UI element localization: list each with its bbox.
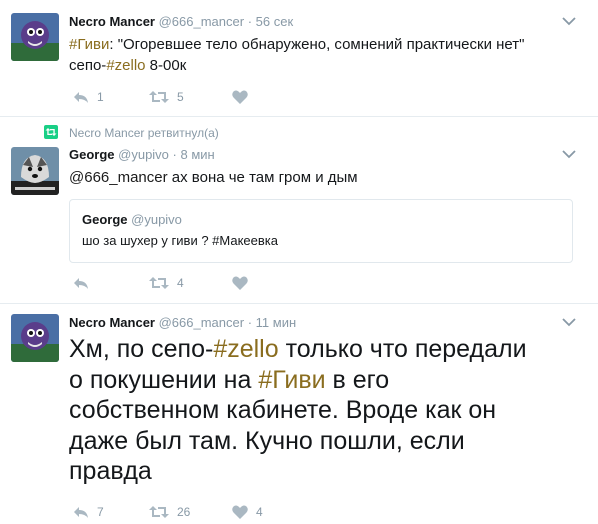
author-handle[interactable]: @666_mancer: [159, 14, 244, 29]
caret-down-icon[interactable]: [562, 317, 576, 327]
tweet-actions: 4: [69, 273, 269, 293]
reply-icon: [74, 278, 88, 289]
like-icon: [232, 276, 248, 290]
text-segment: в его: [325, 365, 390, 394]
separator: ·: [247, 14, 253, 29]
hashtag[interactable]: #zello: [213, 335, 278, 363]
retweet-button[interactable]: 26: [149, 502, 190, 522]
like-button[interactable]: [232, 87, 256, 107]
avatar-george[interactable]: [11, 147, 59, 195]
quoted-text: шо за шухер у гиви ? #Макеевка: [82, 233, 279, 248]
caret-down-icon[interactable]: [562, 149, 576, 159]
separator: ·: [247, 315, 253, 330]
reply-icon: [74, 507, 88, 518]
text-line: собственном кабинете. Вроде как он: [69, 396, 497, 424]
tweet-header: George @yupivo · 8 мин: [69, 147, 215, 163]
retweet-count: 5: [177, 90, 184, 104]
retweet-count: 26: [177, 505, 191, 519]
separator: ·: [172, 147, 177, 162]
hashtag[interactable]: #zello: [106, 57, 145, 74]
text-line: даже был там. Кучно пошли, если: [69, 426, 465, 455]
retweet-count: 4: [177, 276, 184, 290]
reply-button[interactable]: [73, 273, 97, 293]
retweet-icon: [149, 277, 169, 289]
reply-icon: [74, 92, 88, 103]
hashtag[interactable]: #Гиви: [258, 366, 325, 394]
author-name[interactable]: Necro Mancer: [69, 14, 155, 29]
retweet-icon: [149, 91, 169, 103]
tweet-actions: 1 5: [69, 87, 269, 107]
tweet-header: Necro Mancer @666_mancer · 11 мин: [69, 315, 296, 331]
text-segment: 8-00к: [145, 57, 187, 74]
avatar-necro-mancer[interactable]: [11, 13, 59, 61]
author-name[interactable]: George: [69, 147, 115, 162]
tweet-text: #Гиви: "Огоревшее тело обнаружено, сомне…: [69, 34, 524, 76]
reply-count: 7: [97, 505, 104, 519]
tweet-2[interactable]: Necro Mancer ретвитнул(а) George @yupivo…: [0, 117, 598, 303]
hashtag[interactable]: #Гиви: [69, 36, 109, 53]
quoted-author-handle: @yupivo: [131, 212, 182, 227]
author-handle[interactable]: @yupivo: [118, 147, 169, 162]
text-segment: о покушении на: [69, 365, 259, 394]
author-handle[interactable]: @666_mancer: [159, 315, 244, 330]
tweet-header: Necro Mancer @666_mancer · 56 сек: [69, 14, 293, 30]
avatar-necro-mancer[interactable]: [11, 314, 59, 362]
mention-link[interactable]: @666_mancer: [69, 169, 168, 186]
reply-button[interactable]: 7: [73, 502, 104, 522]
text-line: правда: [69, 457, 152, 485]
text-segment: сепо-: [69, 57, 107, 74]
quoted-author-name: George: [82, 212, 128, 227]
reply-button[interactable]: 1: [73, 87, 104, 107]
text-segment: : "Огоревшее тело обнаружено, сомнений п…: [109, 36, 525, 53]
tweet-3[interactable]: Necro Mancer @666_mancer · 11 мин Хм, по…: [0, 304, 598, 524]
quoted-tweet[interactable]: George @yupivo шо за шухер у гиви ? #Мак…: [69, 199, 573, 263]
quoted-header: George @yupivo: [82, 212, 182, 227]
retweet-button[interactable]: 5: [149, 87, 184, 107]
text-segment: ах вона че там гром и дым: [167, 169, 358, 186]
retweet-button[interactable]: 4: [149, 273, 184, 293]
text-segment: только что передали: [278, 335, 527, 363]
timestamp[interactable]: 11 мин: [256, 315, 297, 330]
like-icon: [232, 90, 248, 104]
retweet-context[interactable]: Necro Mancer ретвитнул(а): [69, 126, 219, 140]
tweet-1[interactable]: Necro Mancer @666_mancer · 56 сек #Гиви:…: [0, 0, 598, 116]
text-segment: Хм, по сепо-: [69, 335, 214, 363]
like-button[interactable]: [232, 273, 256, 293]
like-icon: [232, 505, 248, 519]
tweet-text: @666_mancer ах вона че там гром и дым: [69, 167, 358, 188]
author-name[interactable]: Necro Mancer: [69, 315, 155, 330]
reply-count: 1: [97, 90, 104, 104]
tweet-actions: 7 26 4: [69, 502, 289, 522]
retweet-context-icon: [44, 125, 58, 139]
like-button[interactable]: 4: [232, 502, 263, 522]
retweet-icon: [149, 506, 169, 518]
timestamp[interactable]: 56 сек: [256, 14, 294, 29]
tweet-text: Хм, по сепо-#zello только что передали о…: [69, 334, 527, 487]
like-count: 4: [256, 505, 263, 519]
timestamp[interactable]: 8 мин: [181, 147, 215, 162]
caret-down-icon[interactable]: [562, 16, 576, 26]
